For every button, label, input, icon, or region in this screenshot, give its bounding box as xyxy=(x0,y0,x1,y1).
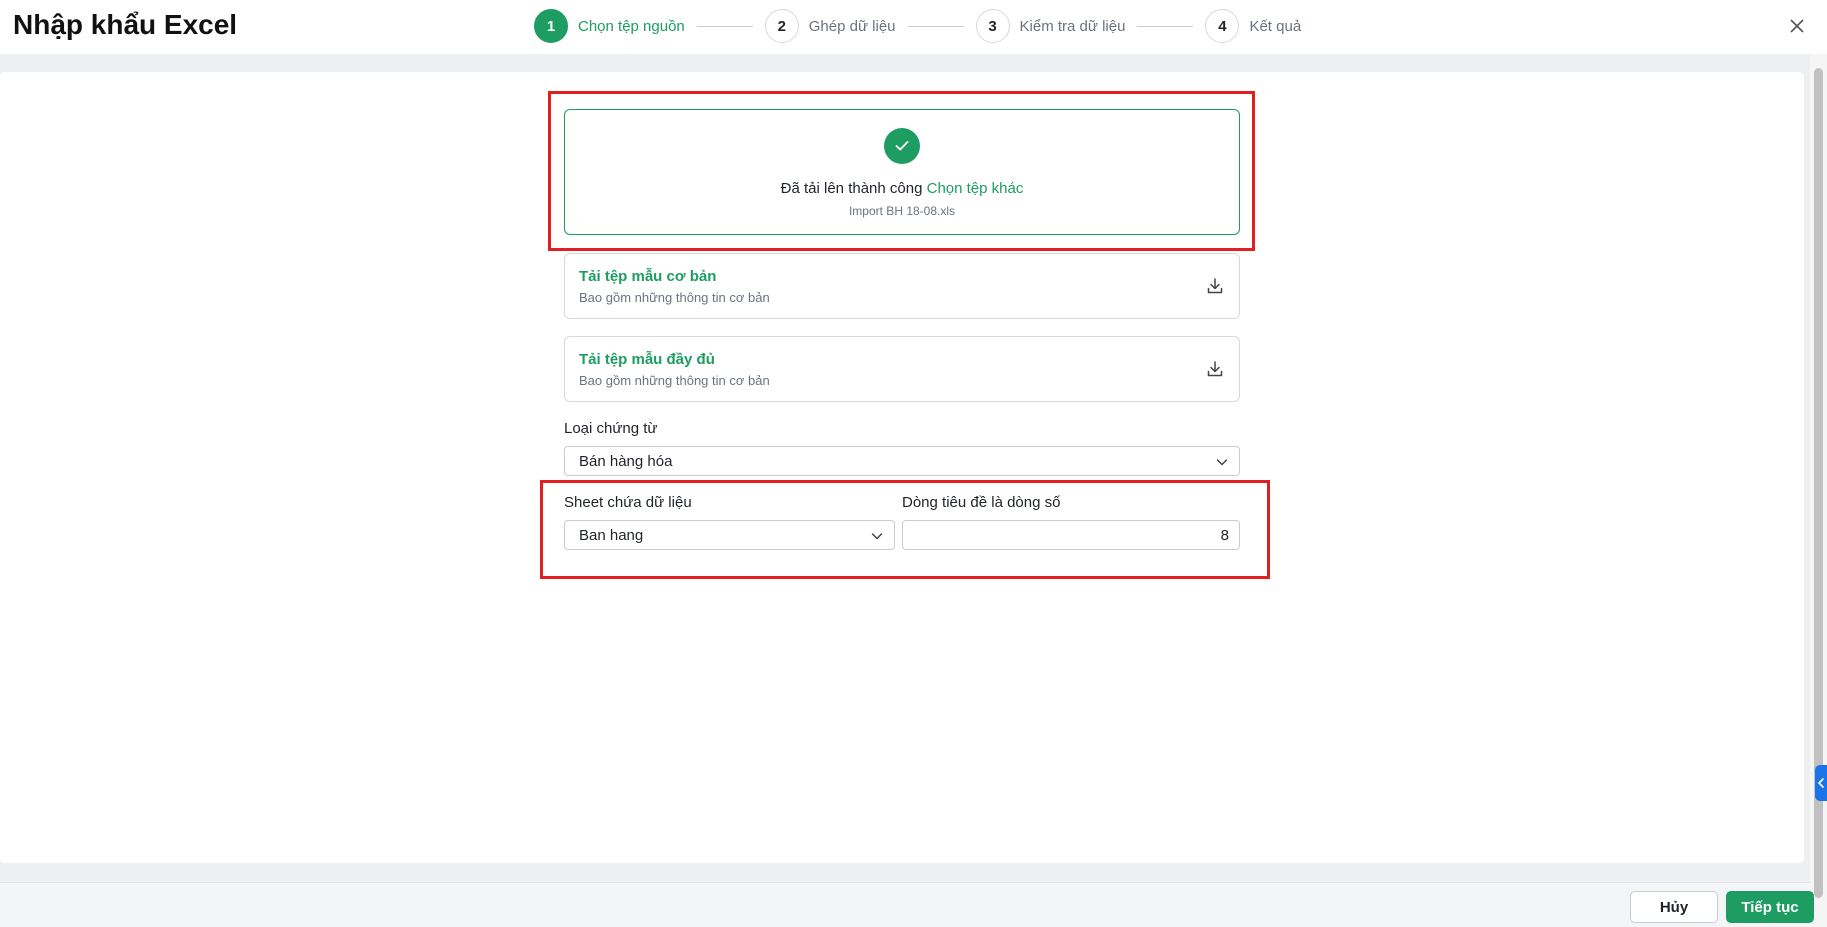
document-type-value: Bán hàng hóa xyxy=(579,452,673,470)
download-full-template[interactable]: Tải tệp mẫu đầy đủ Bao gồm những thông t… xyxy=(564,336,1240,402)
step-connector xyxy=(696,25,753,27)
page-title: Nhập khẩu Excel xyxy=(13,9,238,40)
template-description: Bao gồm những thông tin cơ bản xyxy=(579,290,770,305)
step-map-data[interactable]: 2 Ghép dữ liệu xyxy=(764,9,896,43)
step-label: Kết quả xyxy=(1249,17,1302,35)
sheet-value: Ban hang xyxy=(579,526,644,544)
sheet-label: Sheet chứa dữ liệu xyxy=(564,494,692,511)
step-number: 2 xyxy=(764,9,799,43)
cancel-button[interactable]: Hủy xyxy=(1630,891,1718,923)
step-label: Kiểm tra dữ liệu xyxy=(1019,17,1126,35)
download-icon[interactable] xyxy=(1205,276,1225,296)
header-row-input[interactable] xyxy=(902,520,1240,550)
stepper: 1 Chọn tệp nguồn 2 Ghép dữ liệu 3 Kiểm t… xyxy=(534,9,1301,43)
upload-status-text: Đã tải lên thành công xyxy=(780,180,923,197)
header-bar: Nhập khẩu Excel 1 Chọn tệp nguồn 2 Ghép … xyxy=(0,0,1827,54)
step-choose-source[interactable]: 1 Chọn tệp nguồn xyxy=(534,9,685,43)
step-label: Ghép dữ liệu xyxy=(808,17,896,35)
upload-dropzone[interactable]: Đã tải lên thành công Chọn tệp khác Impo… xyxy=(564,109,1240,235)
footer-bar: Hủy Tiếp tục xyxy=(0,882,1814,927)
upload-success-badge xyxy=(884,128,920,164)
side-panel-toggle[interactable] xyxy=(1815,765,1827,801)
close-button[interactable] xyxy=(1786,15,1808,37)
chevron-left-icon xyxy=(1817,778,1824,788)
sheet-select[interactable]: Ban hang xyxy=(564,520,895,550)
step-check-data[interactable]: 3 Kiểm tra dữ liệu xyxy=(975,9,1126,43)
step-number: 1 xyxy=(534,9,568,43)
chevron-down-icon xyxy=(1216,459,1228,466)
step-connector xyxy=(907,25,964,27)
template-description: Bao gồm những thông tin cơ bản xyxy=(579,373,770,388)
upload-status: Đã tải lên thành công Chọn tệp khác xyxy=(565,180,1239,197)
choose-other-file-link[interactable]: Chọn tệp khác xyxy=(927,180,1024,197)
step-result[interactable]: 4 Kết quả xyxy=(1205,9,1301,43)
download-basic-template[interactable]: Tải tệp mẫu cơ bản Bao gồm những thông t… xyxy=(564,253,1240,319)
uploaded-file-name: Import BH 18-08.xls xyxy=(848,204,956,218)
step-label: Chọn tệp nguồn xyxy=(578,17,685,35)
template-title: Tải tệp mẫu cơ bản xyxy=(579,268,717,285)
continue-button[interactable]: Tiếp tục xyxy=(1726,891,1814,923)
document-type-label: Loại chứng từ xyxy=(564,420,658,437)
step-connector xyxy=(1137,25,1194,27)
check-icon xyxy=(895,141,909,151)
header-row-label: Dòng tiêu đề là dòng số xyxy=(902,494,1061,511)
close-icon xyxy=(1790,19,1804,33)
step-number: 4 xyxy=(1205,9,1240,43)
document-type-select[interactable]: Bán hàng hóa xyxy=(564,446,1240,476)
step-number: 3 xyxy=(975,9,1010,43)
chevron-down-icon xyxy=(871,533,883,540)
template-title: Tải tệp mẫu đầy đủ xyxy=(579,351,715,368)
download-icon[interactable] xyxy=(1205,359,1225,379)
